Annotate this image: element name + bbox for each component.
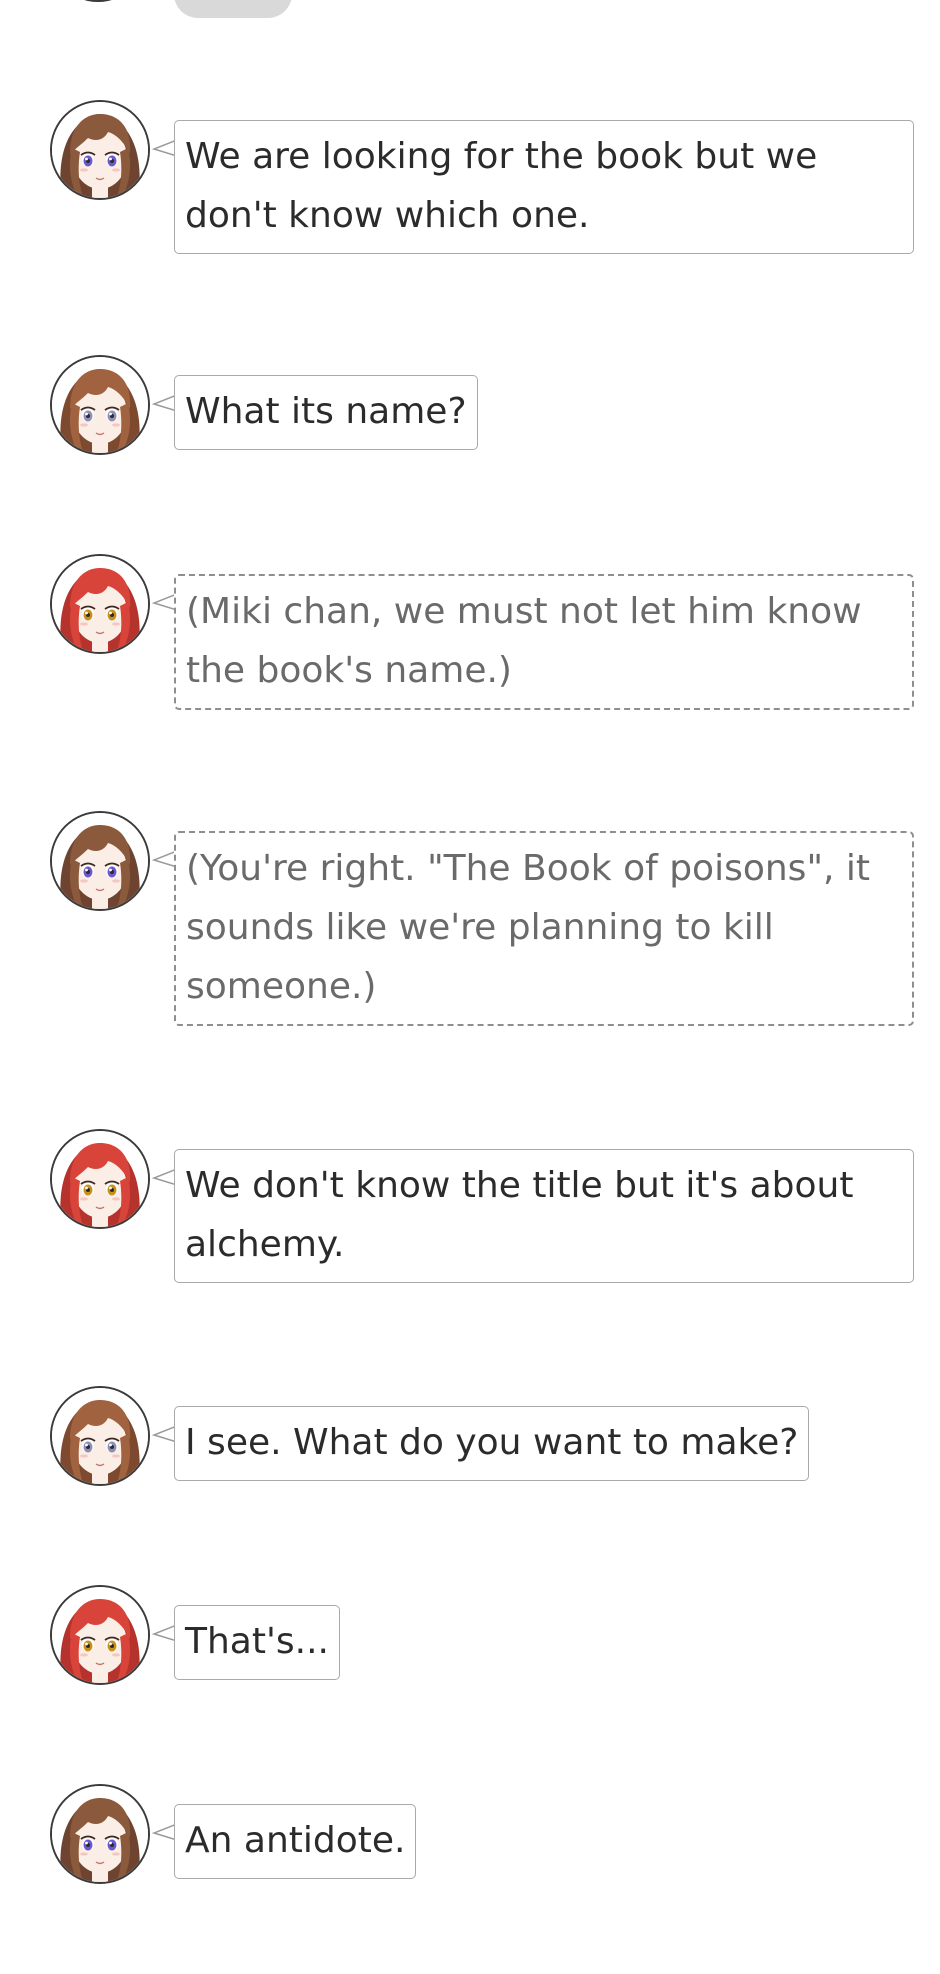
avatar-auburn-haired-boy xyxy=(50,355,150,455)
speech-bubble: We don't know the title but it's about a… xyxy=(174,1149,914,1283)
avatar-brown-haired-girl xyxy=(50,811,150,911)
message-bubble-partial xyxy=(174,0,292,18)
thought-bubble: (You're right. "The Book of poisons", it… xyxy=(174,831,914,1026)
avatar-auburn-haired-boy xyxy=(50,1386,150,1486)
avatar-red-haired-girl xyxy=(50,1129,150,1229)
thought-bubble: (Miki chan, we must not let him know the… xyxy=(174,574,914,710)
avatar-red-haired-girl xyxy=(50,554,150,654)
speech-bubble: That's... xyxy=(174,1605,340,1680)
speech-bubble: What its name? xyxy=(174,375,478,450)
speech-bubble: I see. What do you want to make? xyxy=(174,1406,810,1481)
chat-log: We are looking for the book but we don't… xyxy=(0,0,940,1974)
speech-bubble: An antidote. xyxy=(174,1804,417,1879)
avatar-partial xyxy=(50,0,146,2)
speech-bubble: We are looking for the book but we don't… xyxy=(174,120,914,254)
avatar-red-haired-girl xyxy=(50,1585,150,1685)
avatar-brown-haired-girl xyxy=(50,100,150,200)
avatar-brown-haired-girl xyxy=(50,1784,150,1884)
